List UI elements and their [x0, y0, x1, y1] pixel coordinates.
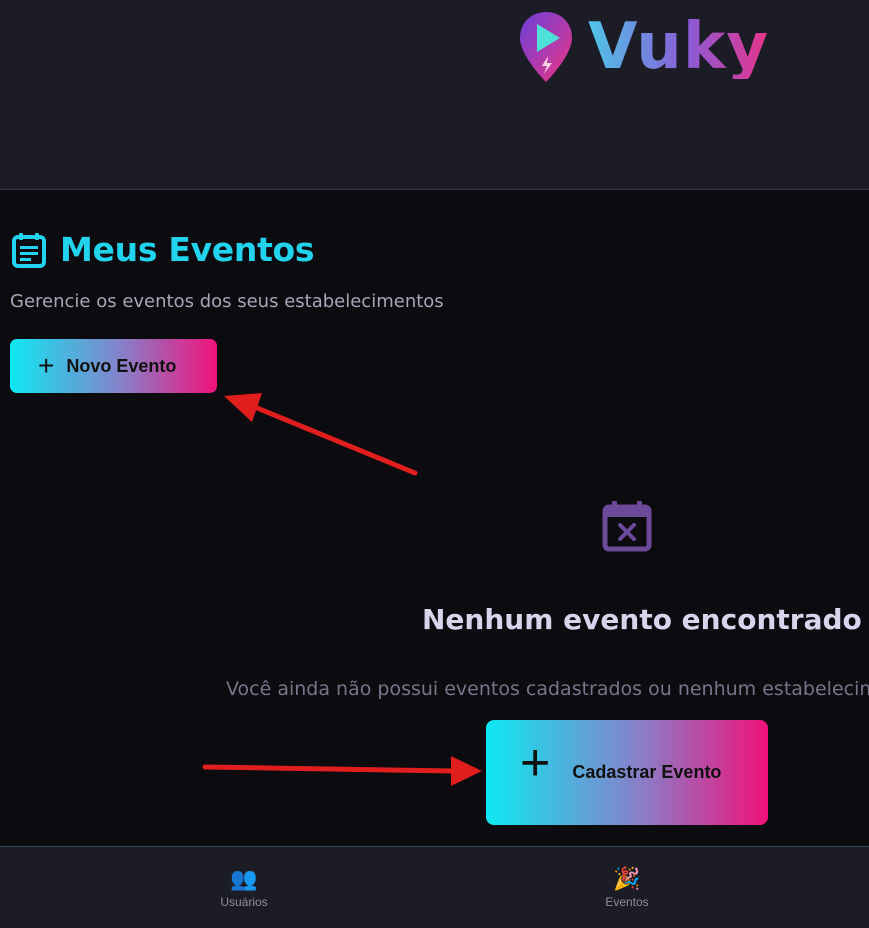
top-header: Vuky	[0, 0, 869, 190]
page-heading: Meus Eventos	[12, 230, 315, 269]
nav-item-events-label: Eventos	[605, 895, 649, 909]
nav-item-users[interactable]: 👥 Usuários	[184, 866, 304, 910]
register-event-button[interactable]: + Cadastrar Evento	[486, 720, 768, 825]
new-event-label: Novo Evento	[66, 355, 177, 376]
calendar-icon	[12, 232, 46, 268]
users-icon: 👥	[230, 866, 258, 891]
bottom-navigation: 👥 Usuários 🎉 Eventos	[0, 846, 869, 928]
plus-icon: +	[38, 350, 55, 381]
calendar-x-icon	[602, 501, 652, 552]
page-subtitle: Gerencie os eventos dos seus estabelecim…	[10, 291, 444, 312]
nav-item-users-label: Usuários	[220, 895, 268, 909]
party-popper-icon: 🎉	[613, 866, 641, 891]
new-event-button[interactable]: + Novo Evento	[10, 339, 217, 393]
empty-state-description: Você ainda não possui eventos cadastrado…	[226, 678, 869, 700]
brand-logo[interactable]: Vuky	[518, 10, 769, 84]
logo-pin-icon	[520, 12, 572, 82]
empty-state-title: Nenhum evento encontrado	[422, 603, 862, 636]
brand-name: Vuky	[588, 10, 770, 84]
register-event-label: Cadastrar Evento	[572, 762, 722, 782]
main-content: Meus Eventos Gerencie os eventos dos seu…	[0, 190, 869, 846]
nav-item-events[interactable]: 🎉 Eventos	[567, 866, 687, 910]
page-title: Meus Eventos	[60, 230, 315, 269]
plus-icon: +	[520, 733, 551, 792]
